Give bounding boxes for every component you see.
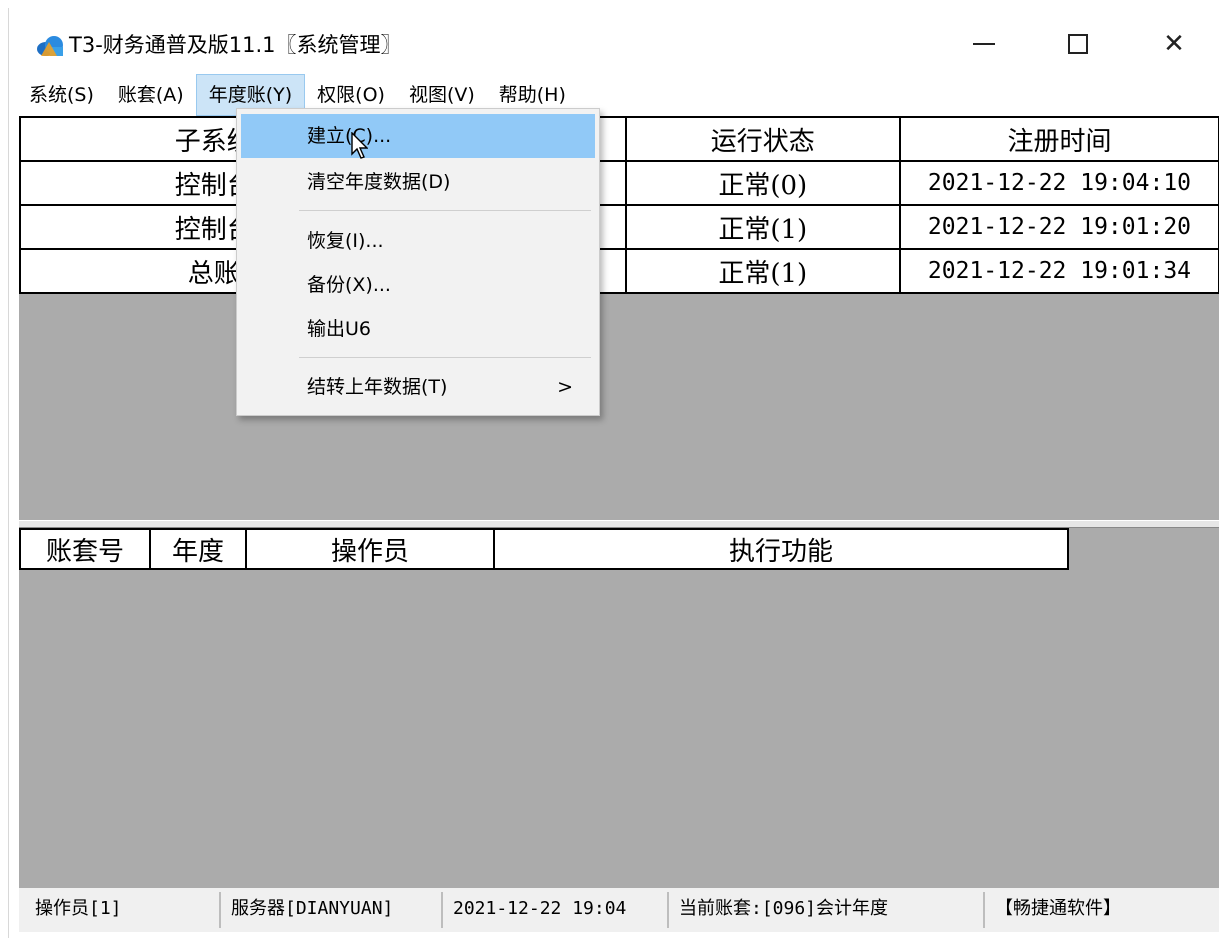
header-register-time[interactable]: 注册时间 bbox=[898, 116, 1219, 162]
header-function[interactable]: 执行功能 bbox=[493, 528, 1069, 570]
menu-account-set[interactable]: 账套(A) bbox=[106, 74, 196, 116]
table-row[interactable]: 控制台 正常(0) 2021-12-22 19:04:10 bbox=[19, 160, 1219, 206]
minimize-icon bbox=[973, 43, 995, 45]
menu-item-carry-forward-label: 结转上年数据(T) bbox=[307, 376, 448, 398]
status-server: 服务器[DIANYUAN] bbox=[221, 892, 443, 928]
menu-item-clear-annual-data[interactable]: 清空年度数据(D) bbox=[241, 160, 595, 204]
header-year[interactable]: 年度 bbox=[149, 528, 247, 570]
cell-time: 2021-12-22 19:04:10 bbox=[898, 160, 1219, 206]
cell-status: 正常(0) bbox=[624, 160, 901, 206]
cloud-app-icon bbox=[37, 36, 63, 56]
menu-separator bbox=[299, 357, 591, 358]
header-run-status[interactable]: 运行状态 bbox=[624, 116, 901, 162]
subsystem-table: 子系统 运行状态 注册时间 控制台 正常(0) 2021-12-22 19:04… bbox=[19, 116, 1219, 294]
status-extra: 【畅捷通软件】 bbox=[995, 898, 1121, 919]
menu-item-carry-forward[interactable]: 结转上年数据(T) > bbox=[241, 365, 595, 409]
operation-log-table: 账套号 年度 操作员 执行功能 bbox=[19, 528, 1069, 570]
header-account-set-no[interactable]: 账套号 bbox=[19, 528, 151, 570]
annual-account-dropdown: 建立(C)... 清空年度数据(D) 恢复(I)... 备份(X)... 输出U… bbox=[236, 108, 600, 416]
window-title: T3-财务通普及版11.1〖系统管理〗 bbox=[69, 33, 402, 57]
minimize-button[interactable] bbox=[954, 22, 1014, 66]
mouse-cursor-icon bbox=[351, 132, 368, 159]
table-header-row: 子系统 运行状态 注册时间 bbox=[19, 116, 1219, 162]
maximize-icon bbox=[1068, 34, 1088, 54]
status-current-account: 当前账套:[096]会计年度 bbox=[669, 892, 985, 928]
submenu-arrow-icon: > bbox=[557, 376, 573, 398]
table-row[interactable]: 控制台 正常(1) 2021-12-22 19:01:20 bbox=[19, 204, 1219, 250]
table-header-row: 账套号 年度 操作员 执行功能 bbox=[19, 528, 1069, 570]
cell-status: 正常(1) bbox=[624, 204, 901, 250]
header-operator[interactable]: 操作员 bbox=[245, 528, 495, 570]
menu-item-restore[interactable]: 恢复(I)... bbox=[241, 219, 595, 263]
status-bar: 操作员[1] 服务器[DIANYUAN] 2021-12-22 19:04 当前… bbox=[19, 888, 1219, 932]
operation-log-panel bbox=[19, 528, 1219, 888]
status-datetime: 2021-12-22 19:04 bbox=[443, 892, 669, 928]
maximize-button[interactable] bbox=[1048, 22, 1108, 66]
cell-time: 2021-12-22 19:01:20 bbox=[898, 204, 1219, 250]
menu-item-backup[interactable]: 备份(X)... bbox=[241, 263, 595, 307]
panel-splitter[interactable] bbox=[19, 520, 1219, 528]
menu-system[interactable]: 系统(S) bbox=[17, 74, 106, 116]
menu-item-export-u6[interactable]: 输出U6 bbox=[241, 307, 595, 351]
status-operator: 操作员[1] bbox=[25, 892, 221, 928]
app-window: T3-财务通普及版11.1〖系统管理〗 ✕ 系统(S) 账套(A) 年度账(Y)… bbox=[8, 8, 1219, 938]
title-bar[interactable]: T3-财务通普及版11.1〖系统管理〗 ✕ bbox=[9, 8, 1219, 70]
close-icon: ✕ bbox=[1163, 29, 1185, 59]
close-button[interactable]: ✕ bbox=[1144, 22, 1204, 66]
cell-time: 2021-12-22 19:01:34 bbox=[898, 248, 1219, 294]
menu-item-create[interactable]: 建立(C)... bbox=[241, 114, 595, 158]
menu-separator bbox=[299, 210, 591, 211]
cell-status: 正常(1) bbox=[624, 248, 901, 294]
table-row[interactable]: 总账 正常(1) 2021-12-22 19:01:34 bbox=[19, 248, 1219, 294]
